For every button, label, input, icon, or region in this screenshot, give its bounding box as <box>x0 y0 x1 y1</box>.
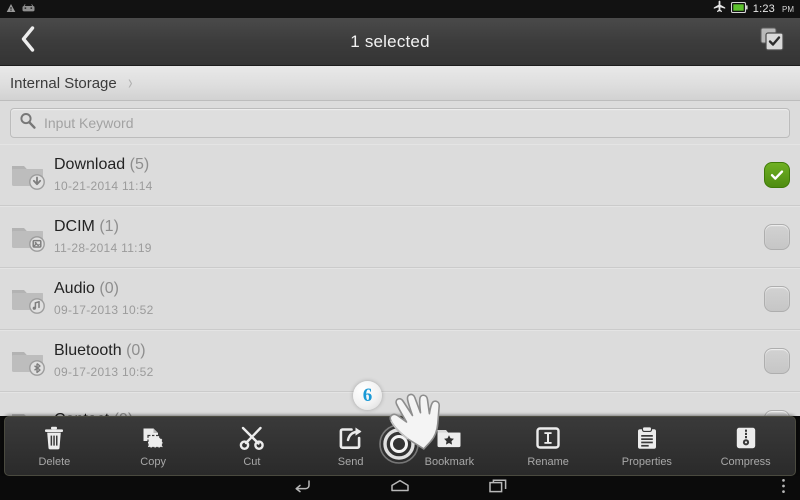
search-icon <box>19 112 36 134</box>
table-row[interactable]: DCIM (1) 11-28-2014 11:19 <box>0 206 800 268</box>
android-debug-icon <box>22 0 35 18</box>
trash-icon <box>41 425 67 451</box>
search-bar: Input Keyword <box>0 101 800 144</box>
status-bar-ampm: PM <box>782 4 794 14</box>
row-checkbox[interactable] <box>764 223 790 250</box>
status-bar-right-icons: 1:23 PM <box>713 0 794 18</box>
properties-button[interactable]: Properties <box>598 417 697 475</box>
status-bar-left-icons <box>6 0 35 18</box>
delete-button[interactable]: Delete <box>5 417 104 475</box>
row-date: 09-17-2013 10:52 <box>54 303 154 317</box>
copy-label: Copy <box>140 455 166 468</box>
folder-image-icon <box>10 218 48 256</box>
nav-recents-icon <box>489 478 507 498</box>
delete-label: Delete <box>38 455 71 468</box>
bookmark-button[interactable]: Bookmark <box>400 417 499 475</box>
rename-label: Rename <box>527 455 569 468</box>
row-count: (1) <box>99 218 119 235</box>
row-count: (5) <box>129 156 150 173</box>
select-all-button[interactable] <box>744 18 800 66</box>
row-checkbox[interactable] <box>764 285 790 312</box>
clipboard-icon <box>634 425 660 451</box>
row-name: DCIM <box>54 218 95 235</box>
bookmark-folder-star-icon <box>436 425 462 451</box>
android-nav-bar <box>0 476 800 500</box>
row-count: (0) <box>126 342 146 359</box>
folder-contact-icon <box>10 404 48 416</box>
cut-button[interactable]: Cut <box>203 417 302 475</box>
search-input[interactable]: Input Keyword <box>10 107 790 138</box>
chevron-right-icon: › <box>127 71 133 94</box>
warning-triangle-icon <box>6 0 16 18</box>
bookmark-label: Bookmark <box>424 455 475 468</box>
row-name: Bluetooth <box>54 342 122 359</box>
action-toolbar: Delete Copy Cut Send Bookmark Rename Pro… <box>4 416 796 476</box>
checkbox-unchecked-icon <box>764 347 790 374</box>
scissors-icon <box>239 425 265 451</box>
compress-button[interactable]: Compress <box>696 417 795 475</box>
row-text-block: Download (5) 10-21-2014 11:14 <box>54 156 153 193</box>
table-row[interactable]: Bluetooth (0) 09-17-2013 10:52 <box>0 330 800 392</box>
row-text-block: Bluetooth (0) 09-17-2013 10:52 <box>54 342 154 379</box>
copy-button[interactable]: Copy <box>104 417 203 475</box>
battery-icon <box>730 0 748 18</box>
compress-label: Compress <box>720 455 771 468</box>
row-count: (0) <box>99 280 119 297</box>
rename-button[interactable]: Rename <box>499 417 598 475</box>
row-title: DCIM (1) <box>54 218 152 236</box>
folder-bluetooth-icon <box>10 342 48 380</box>
back-chevron-icon <box>20 26 36 57</box>
rename-textbox-icon <box>535 425 561 451</box>
row-title: Download (5) <box>54 156 153 174</box>
share-icon <box>338 425 364 451</box>
checkbox-checked-icon <box>764 161 790 188</box>
action-bar: 1 selected <box>0 18 800 66</box>
table-row[interactable]: Contact (0) <box>0 392 800 416</box>
table-row[interactable]: Audio (0) 09-17-2013 10:52 <box>0 268 800 330</box>
select-all-icon <box>759 26 785 57</box>
row-text-block: Audio (0) 09-17-2013 10:52 <box>54 280 154 317</box>
cut-label: Cut <box>243 455 261 468</box>
nav-home-button[interactable] <box>385 476 415 500</box>
step-badge: 6 <box>353 381 382 410</box>
checkbox-unchecked-icon <box>764 285 790 312</box>
row-name: Audio <box>54 280 95 297</box>
copy-icon <box>140 425 166 451</box>
nav-recents-button[interactable] <box>483 476 513 500</box>
row-title: Audio (0) <box>54 280 154 298</box>
compress-zip-icon <box>733 425 759 451</box>
airplane-mode-icon <box>713 0 726 18</box>
folder-download-icon <box>10 156 48 194</box>
row-date: 09-17-2013 10:52 <box>54 365 154 379</box>
row-checkbox[interactable] <box>764 347 790 374</box>
table-row[interactable]: Download (5) 10-21-2014 11:14 <box>0 144 800 206</box>
breadcrumb: Internal Storage › <box>0 66 800 101</box>
nav-overflow-menu-icon <box>781 478 786 499</box>
folder-music-icon <box>10 280 48 318</box>
status-bar-clock: 1:23 <box>752 3 775 15</box>
nav-home-icon <box>390 479 410 498</box>
status-bar: 1:23 PM <box>0 0 800 18</box>
checkbox-unchecked-icon <box>764 223 790 250</box>
nav-back-icon <box>293 479 311 498</box>
row-date: 11-28-2014 11:19 <box>54 241 152 255</box>
properties-label: Properties <box>621 455 672 468</box>
file-list[interactable]: Download (5) 10-21-2014 11:14 DCIM (1) 1… <box>0 144 800 416</box>
send-button[interactable]: Send <box>301 417 400 475</box>
row-text-block: DCIM (1) 11-28-2014 11:19 <box>54 218 152 255</box>
page-title: 1 selected <box>350 31 430 51</box>
send-label: Send <box>337 455 364 468</box>
row-date: 10-21-2014 11:14 <box>54 179 153 193</box>
nav-overflow-menu-button[interactable] <box>781 476 786 500</box>
row-checkbox[interactable] <box>764 161 790 188</box>
row-name: Download <box>54 156 126 173</box>
breadcrumb-item-internal-storage[interactable]: Internal Storage <box>10 75 117 92</box>
nav-back-button[interactable] <box>287 476 317 500</box>
row-title: Bluetooth (0) <box>54 342 154 360</box>
search-placeholder: Input Keyword <box>44 114 134 131</box>
device-screen: 1:23 PM 1 selected Internal Storage › In… <box>0 0 800 500</box>
